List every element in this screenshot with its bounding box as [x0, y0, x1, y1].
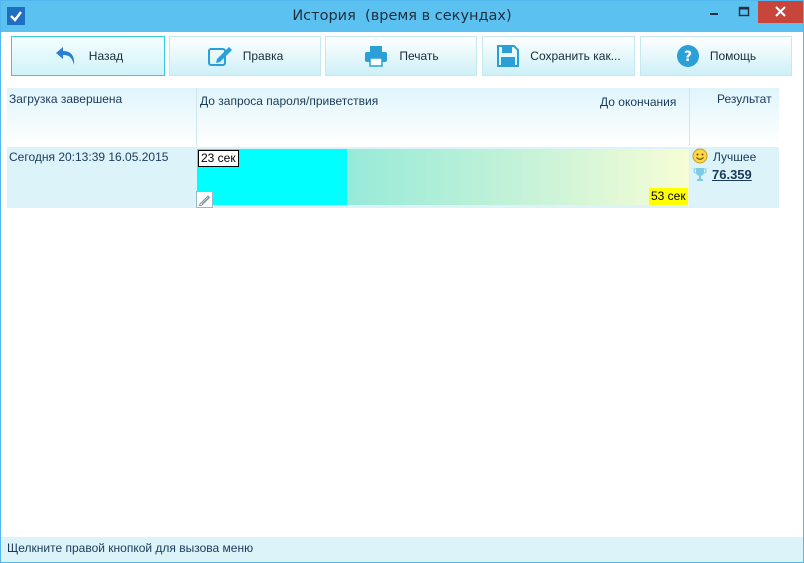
- pencil-icon[interactable]: [196, 191, 213, 208]
- maximize-button[interactable]: [731, 1, 757, 23]
- help-icon: ?: [676, 45, 699, 67]
- header-divider: [689, 88, 690, 145]
- trophy-icon: [693, 168, 707, 181]
- header-result[interactable]: Результат: [717, 92, 772, 106]
- header-to-password[interactable]: До запроса пароля/приветствия: [200, 94, 378, 108]
- loaded-time: Сегодня 20:13:39 16.05.2015: [9, 150, 169, 164]
- close-icon: [775, 6, 786, 17]
- printer-icon: [365, 46, 388, 67]
- end-time-bar[interactable]: [347, 149, 689, 205]
- header-divider: [196, 88, 197, 145]
- toolbar: Назад Правка Печать Сохранить как... ? П…: [1, 32, 803, 82]
- svg-text:?: ?: [684, 49, 692, 65]
- help-button-label: Помощь: [709, 49, 757, 63]
- header-to-end[interactable]: До окончания: [600, 95, 676, 109]
- help-button[interactable]: ? Помощь: [640, 36, 792, 76]
- result-score-link[interactable]: 76.359: [712, 167, 752, 182]
- password-time-label: 23 сек: [198, 150, 239, 167]
- end-time-label: 53 сек: [649, 188, 688, 205]
- minimize-icon: [710, 13, 718, 15]
- save-as-button[interactable]: Сохранить как...: [482, 36, 635, 76]
- history-window: История (время в секундах) Назад Правка …: [0, 0, 804, 563]
- window-title: История (время в секундах): [292, 8, 512, 24]
- close-button[interactable]: [758, 1, 803, 23]
- back-button[interactable]: Назад: [11, 36, 165, 76]
- maximize-icon: [738, 6, 750, 17]
- status-text: Щелкните правой кнопкой для вызова меню: [7, 541, 254, 555]
- edit-button[interactable]: Правка: [169, 36, 321, 76]
- smiley-icon: [692, 148, 708, 164]
- status-bar: Щелкните правой кнопкой для вызова меню: [1, 537, 803, 562]
- save-icon: [497, 45, 520, 67]
- edit-button-label: Правка: [242, 49, 284, 63]
- title-bar[interactable]: История (время в секундах): [1, 1, 803, 32]
- save-as-button-label: Сохранить как...: [530, 49, 621, 63]
- table-header: Загрузка завершена До запроса пароля/при…: [7, 88, 779, 145]
- back-arrow-icon: [55, 47, 74, 65]
- minimize-button[interactable]: [697, 1, 731, 23]
- edit-icon: [207, 47, 232, 66]
- header-loaded[interactable]: Загрузка завершена: [9, 92, 122, 106]
- back-button-label: Назад: [88, 49, 124, 63]
- result-label: Лучшее: [713, 150, 757, 164]
- print-button-label: Печать: [399, 49, 439, 63]
- print-button[interactable]: Печать: [325, 36, 477, 76]
